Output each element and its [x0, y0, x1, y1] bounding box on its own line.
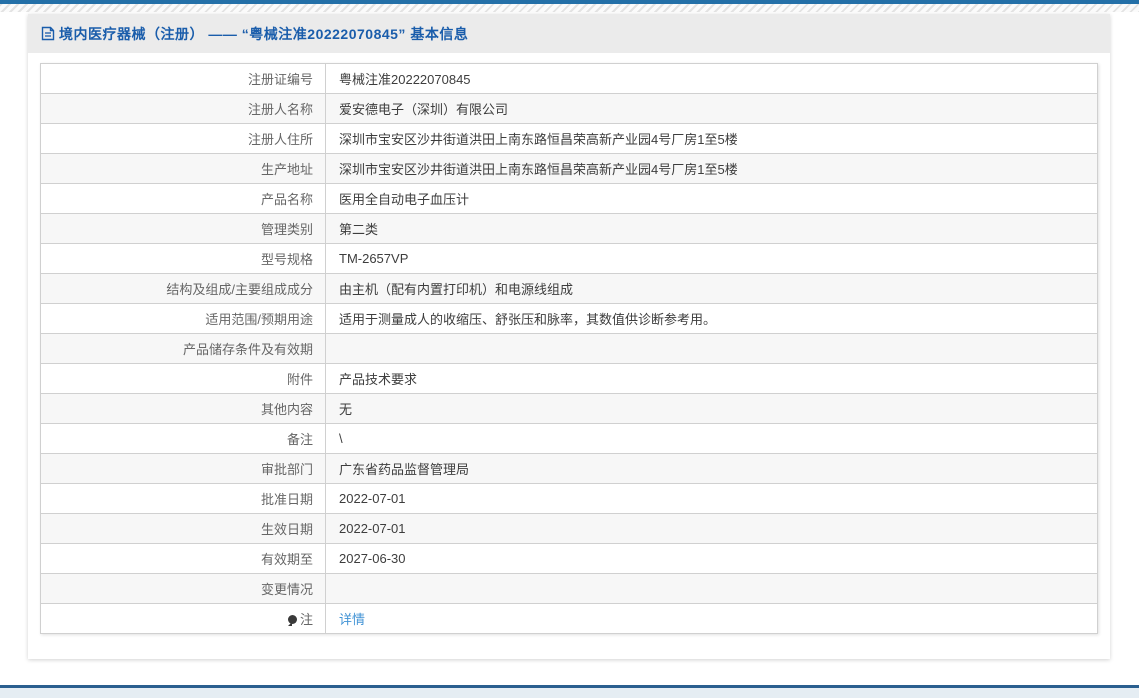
- row-label: 产品储存条件及有效期: [40, 333, 326, 364]
- row-label: 产品名称: [40, 183, 326, 214]
- row-label: 有效期至: [40, 543, 326, 574]
- table-row: 管理类别 第二类: [40, 213, 1098, 244]
- note-icon: [287, 615, 297, 624]
- detail-link[interactable]: 详情: [339, 612, 365, 627]
- row-value: TM-2657VP: [325, 243, 1098, 274]
- row-label: 生产地址: [40, 153, 326, 184]
- row-label: 附件: [40, 363, 326, 394]
- table-row: 变更情况: [40, 573, 1098, 604]
- page-title: 境内医疗器械（注册） —— “粤械注准20222070845” 基本信息: [59, 25, 469, 42]
- row-label: 备注: [40, 423, 326, 454]
- row-label: 注: [40, 603, 326, 634]
- table-row: 生效日期 2022-07-01: [40, 513, 1098, 544]
- card-header: 境内医疗器械（注册） —— “粤械注准20222070845” 基本信息: [28, 14, 1110, 53]
- row-value: 由主机（配有内置打印机）和电源线组成: [325, 273, 1098, 304]
- table-row: 注册证编号 粤械注准20222070845: [40, 63, 1098, 94]
- row-value: [325, 333, 1098, 364]
- row-value: [325, 573, 1098, 604]
- row-value: 广东省药品监督管理局: [325, 453, 1098, 484]
- row-label: 结构及组成/主要组成成分: [40, 273, 326, 304]
- table-row: 适用范围/预期用途 适用于测量成人的收缩压、舒张压和脉率，其数值供诊断参考用。: [40, 303, 1098, 334]
- table-row: 附件 产品技术要求: [40, 363, 1098, 394]
- table-row: 注册人住所 深圳市宝安区沙井街道洪田上南东路恒昌荣高新产业园4号厂房1至5楼: [40, 123, 1098, 154]
- footer-bar: [0, 685, 1139, 698]
- table-row: 有效期至 2027-06-30: [40, 543, 1098, 574]
- table-row: 结构及组成/主要组成成分 由主机（配有内置打印机）和电源线组成: [40, 273, 1098, 304]
- table-row: 审批部门 广东省药品监督管理局: [40, 453, 1098, 484]
- row-value: 深圳市宝安区沙井街道洪田上南东路恒昌荣高新产业园4号厂房1至5楼: [325, 153, 1098, 184]
- row-value: \: [325, 423, 1098, 454]
- row-value: 医用全自动电子血压计: [325, 183, 1098, 214]
- table-row: 生产地址 深圳市宝安区沙井街道洪田上南东路恒昌荣高新产业园4号厂房1至5楼: [40, 153, 1098, 184]
- row-label: 注册证编号: [40, 63, 326, 94]
- table-row: 注详情: [40, 603, 1098, 634]
- record-card: 境内医疗器械（注册） —— “粤械注准20222070845” 基本信息 注册证…: [28, 14, 1110, 659]
- table-row: 型号规格 TM-2657VP: [40, 243, 1098, 274]
- table-row: 产品储存条件及有效期: [40, 333, 1098, 364]
- row-value: 无: [325, 393, 1098, 424]
- table-row: 其他内容无: [40, 393, 1098, 424]
- row-value: 产品技术要求: [325, 363, 1098, 394]
- row-label: 注册人名称: [40, 93, 326, 124]
- row-label: 型号规格: [40, 243, 326, 274]
- row-value: 2027-06-30: [325, 543, 1098, 574]
- row-label: 批准日期: [40, 483, 326, 514]
- row-value: 粤械注准20222070845: [325, 63, 1098, 94]
- row-value: 2022-07-01: [325, 483, 1098, 514]
- row-label: 其他内容: [40, 393, 326, 424]
- row-label: 生效日期: [40, 513, 326, 544]
- row-label: 注册人住所: [40, 123, 326, 154]
- row-label: 管理类别: [40, 213, 326, 244]
- diagonal-stripes-band: [0, 4, 1139, 12]
- row-label: 审批部门: [40, 453, 326, 484]
- row-value: 适用于测量成人的收缩压、舒张压和脉率，其数值供诊断参考用。: [325, 303, 1098, 334]
- row-value: 详情: [325, 603, 1098, 634]
- row-label: 适用范围/预期用途: [40, 303, 326, 334]
- info-table-body: 注册证编号 粤械注准20222070845 注册人名称 爱安德电子（深圳）有限公司 注册…: [40, 63, 1098, 634]
- table-row: 注册人名称 爱安德电子（深圳）有限公司: [40, 93, 1098, 124]
- row-value: 爱安德电子（深圳）有限公司: [325, 93, 1098, 124]
- row-value: 深圳市宝安区沙井街道洪田上南东路恒昌荣高新产业园4号厂房1至5楼: [325, 123, 1098, 154]
- document-icon: [41, 26, 55, 41]
- table-row: 批准日期 2022-07-01: [40, 483, 1098, 514]
- table-row: 备注 \: [40, 423, 1098, 454]
- table-row: 产品名称 医用全自动电子血压计: [40, 183, 1098, 214]
- row-value: 2022-07-01: [325, 513, 1098, 544]
- row-label: 变更情况: [40, 573, 326, 604]
- row-value: 第二类: [325, 213, 1098, 244]
- registration-info-table: 注册证编号 粤械注准20222070845 注册人名称 爱安德电子（深圳）有限公司 注册…: [40, 63, 1098, 634]
